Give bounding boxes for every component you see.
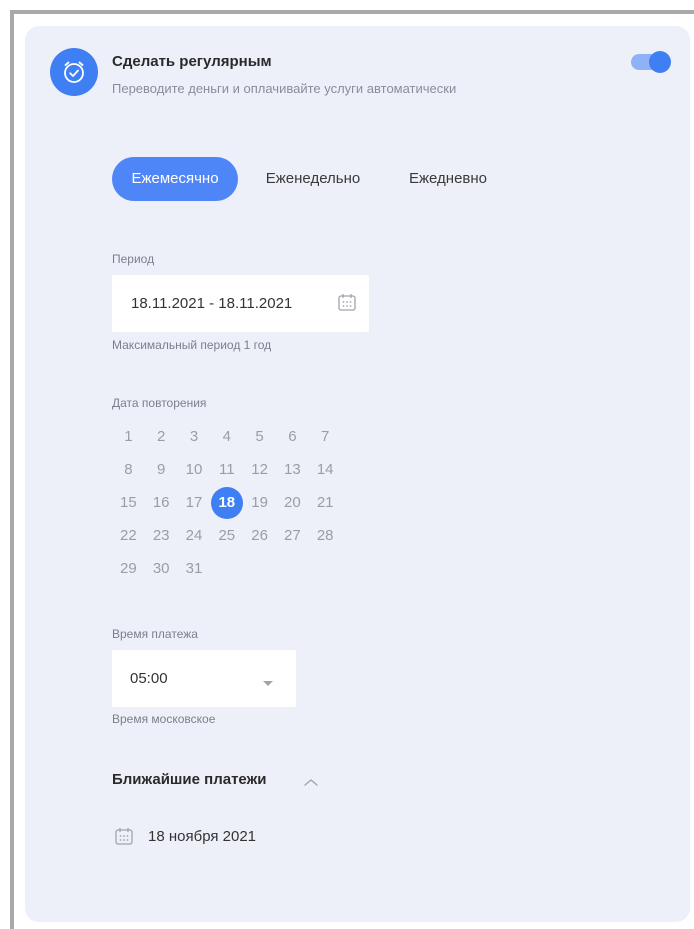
payment-time-label: Время платежа	[112, 627, 198, 641]
repeat-date-calendar: 1 2 3 4 5 6 7 8 9 10 11 12 13 14 15 16 17 18 19 20 21 22 23 24 2…	[112, 420, 352, 585]
chevron-up-icon[interactable]	[303, 774, 319, 792]
payment-time-hint: Время московское	[112, 712, 216, 726]
window-frame-left	[10, 10, 14, 929]
day-number: 3	[189, 428, 199, 445]
day-cell[interactable]: 20	[276, 486, 309, 519]
period-hint: Максимальный период 1 год	[112, 338, 272, 352]
day-cell[interactable]: 17	[178, 486, 211, 519]
day-cell[interactable]: 27	[276, 519, 309, 552]
repeat-date-label: Дата повторения	[112, 396, 207, 410]
day-number: 8	[124, 461, 133, 478]
day-number: 5	[255, 428, 264, 445]
dropdown-caret-icon	[262, 675, 274, 692]
day-number: 25	[218, 527, 236, 544]
payment-time-select[interactable]: 05:00	[112, 650, 296, 707]
tab-monthly[interactable]: Ежемесячно	[112, 157, 238, 201]
calendar-icon[interactable]	[337, 292, 357, 316]
day-number: 9	[157, 461, 166, 478]
day-cell[interactable]: 9	[145, 453, 178, 486]
day-cell[interactable]: 24	[178, 519, 211, 552]
day-number: 20	[284, 494, 301, 511]
day-number: 21	[316, 494, 334, 511]
day-cell[interactable]: 2	[145, 420, 178, 453]
day-number: 23	[152, 527, 170, 544]
day-number: 11	[219, 461, 235, 478]
day-cell[interactable]: 13	[276, 453, 309, 486]
day-cell[interactable]: 6	[276, 420, 309, 453]
day-cell[interactable]: 22	[112, 519, 145, 552]
day-cell[interactable]: 11	[210, 453, 243, 486]
day-cell[interactable]: 19	[243, 486, 276, 519]
day-number: 2	[157, 428, 166, 445]
day-cell[interactable]: 18	[210, 486, 243, 519]
day-cell[interactable]: 10	[178, 453, 211, 486]
day-number: 7	[321, 428, 330, 445]
day-cell[interactable]: 7	[309, 420, 342, 453]
day-number: 19	[251, 494, 268, 511]
upcoming-payment-date: 18 ноября 2021	[148, 828, 257, 845]
day-cell[interactable]: 25	[210, 519, 243, 552]
day-number: 31	[185, 560, 203, 577]
day-number: 10	[185, 461, 203, 478]
day-cell[interactable]: 12	[243, 453, 276, 486]
day-number: 17	[185, 494, 203, 511]
day-number: 24	[185, 527, 203, 544]
card-subtitle: Переводите деньги и оплачивайте услуги а…	[112, 81, 457, 96]
day-number: 22	[120, 527, 137, 544]
day-cell[interactable]: 23	[145, 519, 178, 552]
day-cell[interactable]: 29	[112, 552, 145, 585]
day-number: 28	[316, 527, 334, 544]
card-title: Сделать регулярным	[112, 53, 272, 70]
day-cell[interactable]: 31	[178, 552, 211, 585]
day-number: 27	[284, 527, 301, 544]
day-cell[interactable]: 5	[243, 420, 276, 453]
day-cell[interactable]: 30	[145, 552, 178, 585]
day-cell[interactable]: 26	[243, 519, 276, 552]
alarm-clock-icon	[50, 48, 98, 96]
day-cell[interactable]: 4	[210, 420, 243, 453]
day-number: 16	[152, 494, 170, 511]
day-cell[interactable]: 28	[309, 519, 342, 552]
tab-daily[interactable]: Ежедневно	[397, 157, 499, 201]
day-cell[interactable]: 15	[112, 486, 145, 519]
period-value: 18.11.2021 - 18.11.2021	[131, 295, 293, 312]
period-field[interactable]: 18.11.2021 - 18.11.2021	[112, 275, 369, 332]
upcoming-calendar-icon	[114, 826, 134, 851]
day-number: 29	[120, 560, 137, 577]
regular-payment-card: Сделать регулярным Переводите деньги и о…	[25, 26, 690, 922]
day-cell[interactable]: 3	[178, 420, 211, 453]
day-number: 6	[288, 428, 297, 445]
regular-toggle[interactable]	[631, 51, 671, 73]
day-number: 12	[251, 461, 268, 478]
day-cell[interactable]: 21	[309, 486, 342, 519]
day-cell[interactable]: 8	[112, 453, 145, 486]
day-cell[interactable]: 1	[112, 420, 145, 453]
day-number: 26	[251, 527, 268, 544]
day-cell[interactable]: 16	[145, 486, 178, 519]
day-number: 1	[124, 428, 133, 445]
day-cell[interactable]: 14	[309, 453, 342, 486]
tab-weekly[interactable]: Еженедельно	[253, 157, 373, 201]
payment-time-value: 05:00	[130, 670, 168, 687]
period-label: Период	[112, 252, 155, 266]
upcoming-payments-title: Ближайшие платежи	[112, 771, 267, 788]
toggle-knob	[649, 51, 671, 73]
day-number: 18	[210, 486, 243, 519]
day-number: 13	[284, 461, 301, 478]
window-frame-top	[10, 10, 694, 14]
day-number: 15	[120, 494, 137, 511]
day-number: 30	[152, 560, 170, 577]
day-number: 4	[222, 428, 231, 445]
day-number: 14	[316, 461, 334, 478]
